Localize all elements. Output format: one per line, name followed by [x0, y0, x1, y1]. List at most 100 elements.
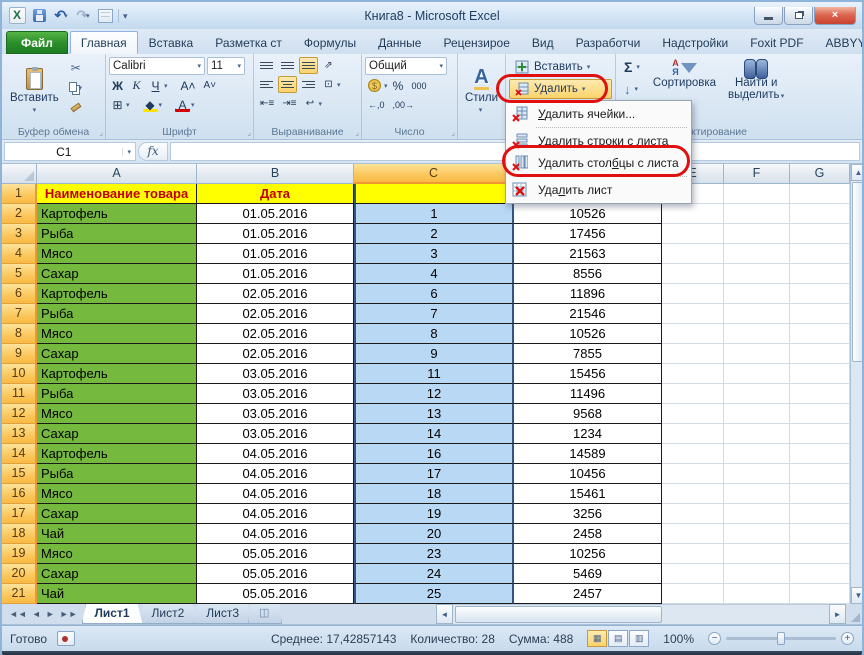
prev-sheet-icon[interactable]: ◄ — [32, 609, 41, 619]
column-header-G[interactable]: G — [790, 164, 850, 184]
cell-G10[interactable] — [790, 364, 850, 384]
column-header-C[interactable]: C — [354, 164, 514, 184]
cell-F4[interactable] — [724, 244, 790, 264]
cell-C1[interactable] — [354, 184, 514, 204]
cell-B11[interactable]: 03.05.2016 — [197, 384, 354, 404]
cell-G5[interactable] — [790, 264, 850, 284]
cell-F10[interactable] — [724, 364, 790, 384]
cell-G17[interactable] — [790, 504, 850, 524]
cell-F19[interactable] — [724, 544, 790, 564]
restore-button[interactable] — [784, 7, 813, 25]
cell-F20[interactable] — [724, 564, 790, 584]
cell-B17[interactable]: 04.05.2016 — [197, 504, 354, 524]
row-header-7[interactable]: 7 — [2, 304, 37, 324]
column-header-A[interactable]: A — [37, 164, 197, 184]
cell-E21[interactable] — [662, 584, 724, 604]
zoom-in-icon[interactable]: + — [841, 632, 854, 645]
styles-button[interactable]: A Стили ▾ — [461, 57, 502, 124]
clipboard-dialog-launcher[interactable]: ⌟ — [99, 128, 103, 137]
cell-B10[interactable]: 03.05.2016 — [197, 364, 354, 384]
row-header-6[interactable]: 6 — [2, 284, 37, 304]
cell-A17[interactable]: Сахар — [37, 504, 197, 524]
cell-G12[interactable] — [790, 404, 850, 424]
cell-G18[interactable] — [790, 524, 850, 544]
cell-C18[interactable]: 20 — [354, 524, 514, 544]
cell-D6[interactable]: 11896 — [514, 284, 662, 304]
cell-C17[interactable]: 19 — [354, 504, 514, 524]
cell-C8[interactable]: 8 — [354, 324, 514, 344]
cell-E7[interactable] — [662, 304, 724, 324]
cell-F3[interactable] — [724, 224, 790, 244]
cell-G1[interactable] — [790, 184, 850, 204]
cell-C10[interactable]: 11 — [354, 364, 514, 384]
ribbon-tab-Формулы[interactable]: Формулы — [293, 31, 367, 54]
align-top-icon[interactable] — [257, 57, 276, 74]
cell-A7[interactable]: Рыба — [37, 304, 197, 324]
row-header-14[interactable]: 14 — [2, 444, 37, 464]
merge-center-icon[interactable]: ⊡ — [320, 76, 337, 93]
align-left-icon[interactable] — [257, 76, 276, 93]
cell-G21[interactable] — [790, 584, 850, 604]
increase-decimal-icon[interactable]: ←,0 — [365, 96, 388, 113]
cell-D14[interactable]: 14589 — [514, 444, 662, 464]
cell-A6[interactable]: Картофель — [37, 284, 197, 304]
menu-item-3[interactable]: Удалить лист — [508, 179, 689, 201]
cell-C4[interactable]: 3 — [354, 244, 514, 264]
cell-B21[interactable]: 05.05.2016 — [197, 584, 354, 604]
cell-G19[interactable] — [790, 544, 850, 564]
name-box-dropdown-icon[interactable]: ▾ — [122, 148, 135, 156]
cell-A15[interactable]: Рыба — [37, 464, 197, 484]
zoom-out-icon[interactable]: − — [708, 632, 721, 645]
alignment-dialog-launcher[interactable]: ⌟ — [355, 128, 359, 137]
row-header-3[interactable]: 3 — [2, 224, 37, 244]
cut-icon[interactable]: ✂ — [66, 59, 86, 76]
cell-C13[interactable]: 14 — [354, 424, 514, 444]
cell-B9[interactable]: 02.05.2016 — [197, 344, 354, 364]
font-size-select[interactable]: 11▾ — [207, 57, 245, 75]
cell-D7[interactable]: 21546 — [514, 304, 662, 324]
menu-item-1[interactable]: Удалить строки с листа — [508, 130, 689, 152]
cell-B16[interactable]: 04.05.2016 — [197, 484, 354, 504]
sheet-nav-buttons[interactable]: ◄◄ ◄ ► ►► — [2, 604, 86, 624]
align-bottom-icon[interactable] — [299, 57, 318, 74]
cell-B15[interactable]: 04.05.2016 — [197, 464, 354, 484]
minimize-button[interactable] — [754, 7, 783, 25]
cell-A11[interactable]: Рыба — [37, 384, 197, 404]
autosum-button[interactable]: Σ▾ — [619, 57, 645, 77]
cell-B1[interactable]: Дата — [197, 184, 354, 204]
cell-G13[interactable] — [790, 424, 850, 444]
cell-B5[interactable]: 01.05.2016 — [197, 264, 354, 284]
sheet-tab-Лист2[interactable]: Лист2 — [139, 604, 198, 624]
cell-G2[interactable] — [790, 204, 850, 224]
menu-item-0[interactable]: Удалить ячейки... — [508, 103, 689, 125]
cell-G8[interactable] — [790, 324, 850, 344]
insert-function-button[interactable]: fx — [138, 142, 168, 161]
row-header-12[interactable]: 12 — [2, 404, 37, 424]
cell-B3[interactable]: 01.05.2016 — [197, 224, 354, 244]
cell-A4[interactable]: Мясо — [37, 244, 197, 264]
cell-G4[interactable] — [790, 244, 850, 264]
number-format-select[interactable]: Общий▾ — [365, 57, 447, 75]
cell-A12[interactable]: Мясо — [37, 404, 197, 424]
vertical-scrollbar[interactable]: ▲ ▼ — [850, 164, 864, 604]
cell-E12[interactable] — [662, 404, 724, 424]
ribbon-tab-Разработчи[interactable]: Разработчи — [565, 31, 652, 54]
decrease-indent-icon[interactable]: ⇤≡ — [257, 95, 277, 112]
ribbon-tab-Главная[interactable]: Главная — [70, 31, 138, 54]
cell-F13[interactable] — [724, 424, 790, 444]
insert-worksheet-tab[interactable] — [248, 604, 282, 624]
first-sheet-icon[interactable]: ◄◄ — [9, 609, 27, 619]
menu-item-2[interactable]: Удалить столбцы с листа — [508, 152, 689, 174]
italic-button[interactable]: К — [128, 77, 145, 94]
cell-G7[interactable] — [790, 304, 850, 324]
cell-F14[interactable] — [724, 444, 790, 464]
row-header-5[interactable]: 5 — [2, 264, 37, 284]
next-sheet-icon[interactable]: ► — [46, 609, 55, 619]
row-header-10[interactable]: 10 — [2, 364, 37, 384]
cell-B14[interactable]: 04.05.2016 — [197, 444, 354, 464]
cell-C14[interactable]: 16 — [354, 444, 514, 464]
cell-C7[interactable]: 7 — [354, 304, 514, 324]
cell-B8[interactable]: 02.05.2016 — [197, 324, 354, 344]
cell-A20[interactable]: Сахар — [37, 564, 197, 584]
format-painter-icon[interactable] — [66, 99, 86, 116]
